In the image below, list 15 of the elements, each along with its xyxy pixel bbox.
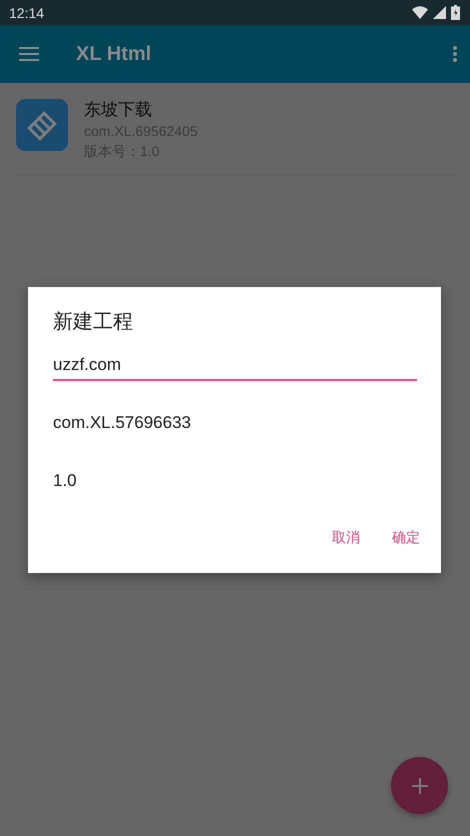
more-options-icon[interactable]	[453, 46, 457, 62]
add-button[interactable]	[391, 757, 448, 814]
input-field[interactable]: com.XL.57696633	[53, 409, 417, 439]
dialog-title: 新建工程	[53, 310, 134, 335]
input-field[interactable]: 1.0	[53, 467, 417, 497]
app-title: XL Html	[76, 42, 152, 66]
signal-icon	[433, 6, 446, 19]
input-field[interactable]: uzzf.com	[53, 351, 417, 381]
clock: 12:14	[9, 4, 44, 20]
app-icon	[16, 99, 68, 151]
plus-icon	[412, 778, 428, 794]
project-name: 东坡下载	[84, 99, 153, 121]
wifi-icon	[412, 6, 428, 19]
battery-icon	[451, 5, 460, 20]
menu-icon[interactable]	[19, 47, 39, 61]
